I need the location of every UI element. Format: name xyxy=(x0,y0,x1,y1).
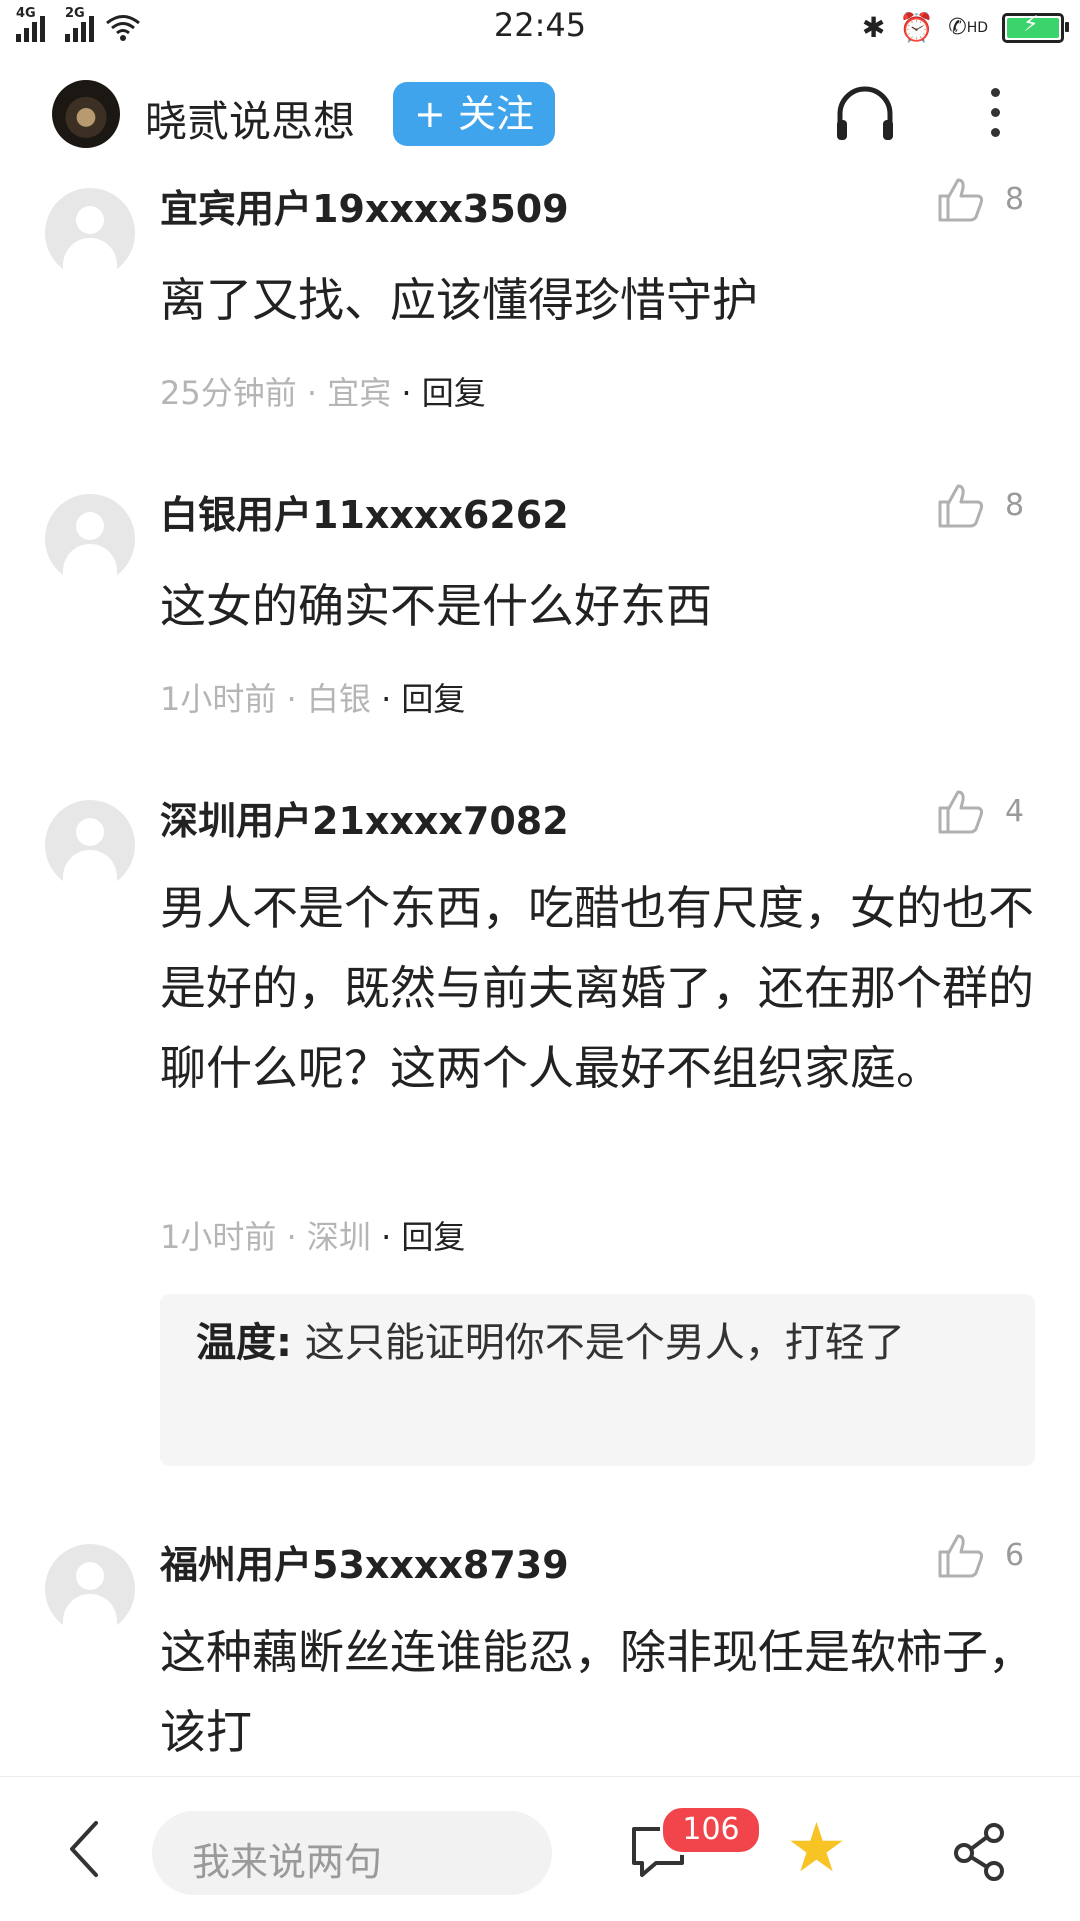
comment-username[interactable]: 福州用户53xxxx8739 xyxy=(160,1534,569,1589)
thumbs-up-icon[interactable] xyxy=(936,174,986,224)
comment-text: 离了又找、应该懂得珍惜守护 xyxy=(160,273,758,327)
call-hd-icon: ✆HD xyxy=(948,15,988,40)
comment-text: 男人不是个东西，吃醋也有尺度，女的也不是好的，既然与前夫离婚了，还在那个群的聊什… xyxy=(160,881,1034,1095)
hd-label: HD xyxy=(966,20,988,36)
thumbs-up-icon[interactable] xyxy=(936,1530,986,1580)
comment-item: 宜宾用户19xxxx3509 8 离了又找、应该懂得珍惜守护 25分钟前 · 宜… xyxy=(0,160,1080,450)
like-count: 8 xyxy=(1005,488,1025,523)
share-icon[interactable] xyxy=(950,1821,1010,1881)
comment-username[interactable]: 宜宾用户19xxxx3509 xyxy=(160,178,569,233)
reply-button[interactable]: · 回复 xyxy=(381,1218,465,1256)
more-menu-icon[interactable] xyxy=(980,88,1010,144)
sub-reply-box[interactable]: 温度: 这只能证明你不是个男人，打轻了 xyxy=(160,1294,1035,1466)
user-avatar[interactable] xyxy=(45,188,135,278)
user-avatar[interactable] xyxy=(45,1544,135,1634)
comment-meta: 25分钟前 · 宜宾 · 回复 xyxy=(160,368,486,414)
article-header: 晓贰说思想 + 关注 xyxy=(0,68,1080,162)
comment-item: 白银用户11xxxx6262 8 这女的确实不是什么好东西 1小时前 · 白银 … xyxy=(0,450,1080,756)
status-bar: 4G 2G 22:45 ✱ ⏰ ✆HD ⚡ xyxy=(0,0,1080,56)
comment-text: 这种藕断丝连谁能忍，除非现任是软柿子，该打 xyxy=(160,1625,1034,1759)
channel-avatar[interactable] xyxy=(52,80,120,148)
follow-button[interactable]: + 关注 xyxy=(393,82,555,146)
like-count: 8 xyxy=(1005,182,1025,217)
comment-input-placeholder: 我来说两句 xyxy=(192,1840,383,1884)
bluetooth-icon: ✱ xyxy=(861,11,886,44)
comment-input[interactable]: 我来说两句 xyxy=(152,1811,552,1895)
comment-meta: 1小时前 · 深圳 · 回复 xyxy=(160,1212,465,1258)
comment-time-location: 1小时前 · 深圳 xyxy=(160,1218,371,1256)
reply-button[interactable]: · 回复 xyxy=(401,374,485,412)
comment-text: 这女的确实不是什么好东西 xyxy=(160,579,712,633)
sub-reply-username[interactable]: 温度: xyxy=(196,1320,292,1366)
thumbs-up-icon[interactable] xyxy=(936,480,986,530)
sub-reply-text: 这只能证明你不是个男人，打轻了 xyxy=(304,1320,905,1366)
comment-meta: 1小时前 · 白银 · 回复 xyxy=(160,674,465,720)
like-count: 4 xyxy=(1005,794,1025,829)
back-arrow-icon[interactable] xyxy=(64,1819,104,1879)
favorite-star-icon[interactable]: ★ xyxy=(786,1813,847,1885)
reply-button[interactable]: · 回复 xyxy=(381,680,465,718)
comment-time-location: 25分钟前 · 宜宾 xyxy=(160,374,392,412)
like-count: 6 xyxy=(1005,1538,1025,1573)
comment-count-badge: 106 xyxy=(660,1805,762,1855)
alarm-icon: ⏰ xyxy=(899,11,935,44)
status-right: ✱ ⏰ ✆HD ⚡ xyxy=(861,8,1069,48)
comment-item: 福州用户53xxxx8739 6 这种藕断丝连谁能忍，除非现任是软柿子，该打 xyxy=(0,1500,1080,1800)
comment-username[interactable]: 深圳用户21xxxx7082 xyxy=(160,790,569,845)
comment-time-location: 1小时前 · 白银 xyxy=(160,680,371,718)
comment-list: 宜宾用户19xxxx3509 8 离了又找、应该懂得珍惜守护 25分钟前 · 宜… xyxy=(0,160,1080,1800)
battery-icon: ⚡ xyxy=(1002,12,1069,43)
user-avatar[interactable] xyxy=(45,800,135,890)
comment-username[interactable]: 白银用户11xxxx6262 xyxy=(160,484,569,539)
channel-name[interactable]: 晓贰说思想 xyxy=(145,88,355,149)
comment-item: 深圳用户21xxxx7082 4 男人不是个东西，吃醋也有尺度，女的也不是好的，… xyxy=(0,756,1080,1500)
headphone-icon[interactable] xyxy=(832,82,898,148)
bottom-toolbar: 我来说两句 106 ★ xyxy=(0,1776,1080,1921)
thumbs-up-icon[interactable] xyxy=(936,786,986,836)
sub-reply-content: 温度: 这只能证明你不是个男人，打轻了 xyxy=(196,1318,986,1368)
user-avatar[interactable] xyxy=(45,494,135,584)
